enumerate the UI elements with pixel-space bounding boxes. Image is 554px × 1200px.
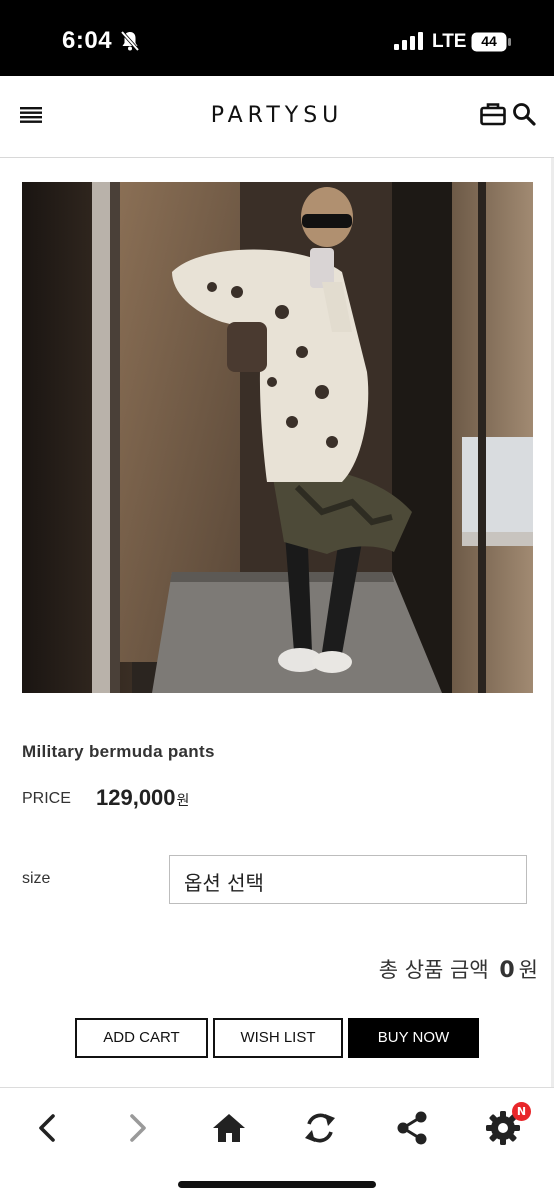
price-amount: 129,000: [96, 785, 176, 810]
notification-badge: N: [512, 1102, 531, 1121]
signal-icon: [394, 32, 423, 50]
price-unit: 원: [176, 792, 190, 808]
site-header: PARTYSU: [0, 76, 554, 158]
price-label: PRICE: [22, 790, 71, 807]
product-photo[interactable]: [22, 182, 533, 693]
product-name: Military bermuda pants: [22, 742, 215, 761]
total-unit: 원: [518, 958, 538, 982]
forward-button[interactable]: [118, 1108, 158, 1148]
home-button[interactable]: [209, 1108, 249, 1148]
total-price: 총 상품 금액 0원: [379, 954, 538, 984]
buy-now-button[interactable]: BUY NOW: [348, 1018, 479, 1058]
status-time: 6:04: [62, 27, 113, 54]
battery-level: 44: [481, 33, 497, 49]
total-label: 총 상품 금액: [378, 958, 489, 982]
price-value: 129,000원: [96, 785, 189, 811]
share-button[interactable]: [392, 1108, 432, 1148]
bag-icon[interactable]: [480, 102, 506, 126]
size-select[interactable]: 옵션 선택: [169, 855, 527, 904]
back-button[interactable]: [27, 1108, 67, 1148]
home-icon: [213, 1114, 245, 1142]
network-type: LTE: [432, 31, 467, 52]
wish-list-button[interactable]: WISH LIST: [213, 1018, 343, 1058]
brand-logo[interactable]: PARTYSU: [0, 103, 554, 128]
back-icon: [39, 1114, 55, 1142]
status-bar: 6:04 LTE 44: [0, 0, 554, 76]
refresh-icon: [305, 1113, 335, 1143]
forward-icon: [130, 1114, 146, 1142]
size-label: size: [22, 870, 51, 887]
search-icon[interactable]: [512, 102, 536, 126]
home-indicator: [178, 1181, 376, 1188]
add-cart-button[interactable]: ADD CART: [75, 1018, 208, 1058]
total-amount: 0: [499, 958, 515, 983]
silent-bell-icon: [120, 30, 140, 52]
refresh-button[interactable]: [300, 1108, 340, 1148]
share-icon: [397, 1111, 427, 1145]
